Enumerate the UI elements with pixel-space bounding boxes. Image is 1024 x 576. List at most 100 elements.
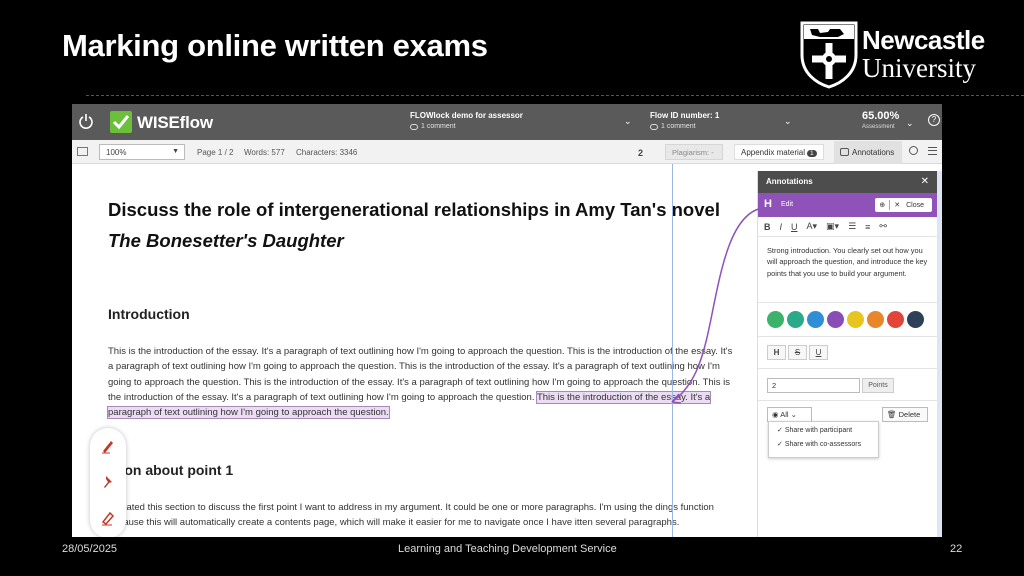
university-crest-icon (800, 21, 858, 89)
share-participant-option[interactable]: ✓ Share with participant (769, 422, 878, 436)
flow-id-text: Flow ID number: 1 (650, 111, 720, 120)
brand-name: WISEflow (137, 113, 213, 132)
close-label: Close (906, 202, 924, 209)
footer-center: Learning and Teaching Development Servic… (398, 543, 617, 555)
share-dropdown: ✓ Share with participant ✓ Share with co… (768, 421, 879, 458)
word-count: Words: 577 (244, 148, 285, 157)
all-label: All (780, 410, 789, 419)
annotation-count: 2 (638, 148, 644, 158)
color-swatch-navy[interactable] (907, 311, 924, 328)
score-value: 65.00% (862, 110, 900, 122)
panel-title: Annotations (766, 177, 813, 186)
share-participant-label: Share with participant (784, 427, 853, 434)
share-coassessors-label: Share with co-assessors (784, 441, 862, 448)
dropdown-arrow-icon: ▼ (172, 148, 179, 155)
character-count: Characters: 3346 (296, 148, 358, 157)
color-swatch-green[interactable] (767, 311, 784, 328)
color-swatch-purple[interactable] (827, 311, 844, 328)
bold-icon[interactable]: B (764, 222, 771, 232)
panel-scroll-edge (937, 171, 942, 537)
slide-title: Marking online written exams (62, 28, 488, 63)
points-input[interactable]: 2 (767, 378, 860, 393)
power-icon[interactable] (78, 113, 94, 129)
image-icon[interactable] (77, 147, 88, 156)
color-swatch-yellow[interactable] (847, 311, 864, 328)
zoom-value: 100% (106, 148, 127, 157)
comment-icon (410, 123, 418, 130)
link-icon[interactable]: ⚯ (879, 221, 887, 232)
pen-icon[interactable] (100, 438, 116, 454)
color-swatch-blue[interactable] (807, 311, 824, 328)
heading-introduction: Introduction (108, 306, 190, 322)
logo-line-2: University (862, 52, 976, 83)
points-label: Points (862, 378, 894, 393)
underline-type-button[interactable]: U (809, 345, 828, 360)
zoom-select[interactable]: 100% ▼ (99, 144, 185, 160)
chevron-down-icon[interactable]: ⌄ (906, 118, 914, 129)
heading-point-1: ction about point 1 (108, 462, 234, 478)
annotations-tab-label: Annotations (852, 148, 895, 157)
flow-id-comment: 1 comment (661, 123, 696, 130)
appendix-label: Appendix material (741, 148, 806, 157)
essay-title: Discuss the role of intergenerational re… (108, 194, 748, 256)
flow-id[interactable]: Flow ID number: 1 1 comment (650, 111, 719, 130)
footer-page-number: 22 (950, 543, 963, 555)
share-coassessors-option[interactable]: ✓ Share with co-assessors (769, 436, 878, 450)
document-view: Discuss the role of intergenerational re… (72, 164, 757, 537)
close-icon[interactable]: ✕ (921, 176, 929, 187)
annotation-icon (840, 148, 849, 156)
eye-icon: ◉ (772, 410, 779, 419)
title-divider (86, 95, 1024, 96)
wiseflow-screenshot: WISEflow FLOWlock demo for assessor 1 co… (72, 104, 942, 537)
annotation-comment[interactable]: Strong introduction. You clearly set out… (758, 237, 937, 303)
color-swatch-red[interactable] (887, 311, 904, 328)
flow-comment: 1 comment (421, 123, 456, 130)
pin-icon[interactable] (100, 474, 116, 490)
italic-icon[interactable]: I (780, 222, 783, 232)
search-icon[interactable] (909, 146, 918, 155)
floating-tool-palette (90, 428, 126, 537)
menu-icon[interactable] (928, 147, 937, 155)
annotations-tab[interactable]: Annotations (834, 141, 902, 164)
flow-title-text: FLOWlock demo for assessor (410, 111, 523, 120)
essay-title-italic: The Bonesetter's Daughter (108, 230, 344, 251)
eraser-icon[interactable] (100, 510, 116, 526)
highlight-color-icon[interactable]: ▣▾ (826, 221, 839, 232)
underline-icon[interactable]: U (791, 222, 798, 232)
annotation-actions: ⊕ ✕ Close (875, 198, 932, 212)
share-visibility-select[interactable]: ◉ All ⌄ (767, 407, 812, 422)
help-icon[interactable]: ? (928, 114, 940, 126)
edit-label: Edit (781, 201, 794, 208)
points-row: 2 Points (758, 369, 937, 401)
annotation-guide-line (672, 164, 673, 537)
chevron-down-icon[interactable]: ⌄ (784, 116, 792, 127)
chevron-down-icon[interactable]: ⌄ (624, 116, 632, 127)
appendix-material-button[interactable]: Appendix material 1 (734, 144, 824, 160)
move-icon[interactable]: ⊕ (875, 201, 889, 209)
essay-title-text: Discuss the role of intergenerational re… (108, 199, 720, 220)
flow-title[interactable]: FLOWlock demo for assessor 1 comment (410, 111, 523, 130)
strikethrough-type-button[interactable]: S (788, 345, 807, 360)
annotation-type-buttons: H S U (758, 337, 937, 369)
bullet-list-icon[interactable]: ☰ (848, 221, 856, 232)
highlight-type-button[interactable]: H (767, 345, 786, 360)
font-color-icon[interactable]: A▾ (807, 221, 818, 232)
wiseflow-logo-icon (110, 111, 132, 133)
color-picker (758, 303, 937, 337)
page-indicator: Page 1 / 2 (197, 148, 234, 157)
annotation-edit-bar: H Edit ⊕ ✕ Close (758, 193, 937, 217)
heading-annotation-icon: H (764, 198, 772, 210)
color-swatch-teal[interactable] (787, 311, 804, 328)
annotation-close-button[interactable]: ✕ Close (890, 201, 932, 209)
point-1-paragraph: I created this section to discuss the fi… (108, 502, 714, 529)
introduction-paragraph: This is the introduction of the essay. I… (106, 344, 738, 420)
assessment-score[interactable]: 65.00% Assessment (862, 110, 899, 130)
color-swatch-orange[interactable] (867, 311, 884, 328)
score-label: Assessment (862, 124, 895, 130)
plagiarism-button[interactable]: Plagiarism: - (665, 144, 723, 160)
document-toolbar: 100% ▼ Page 1 / 2 Words: 577 Characters:… (72, 140, 942, 164)
top-bar: WISEflow FLOWlock demo for assessor 1 co… (72, 104, 942, 140)
footer-date: 28/05/2025 (62, 543, 118, 555)
numbered-list-icon[interactable]: ≡ (865, 222, 870, 232)
delete-button[interactable]: 🗑 Delete (882, 407, 928, 422)
